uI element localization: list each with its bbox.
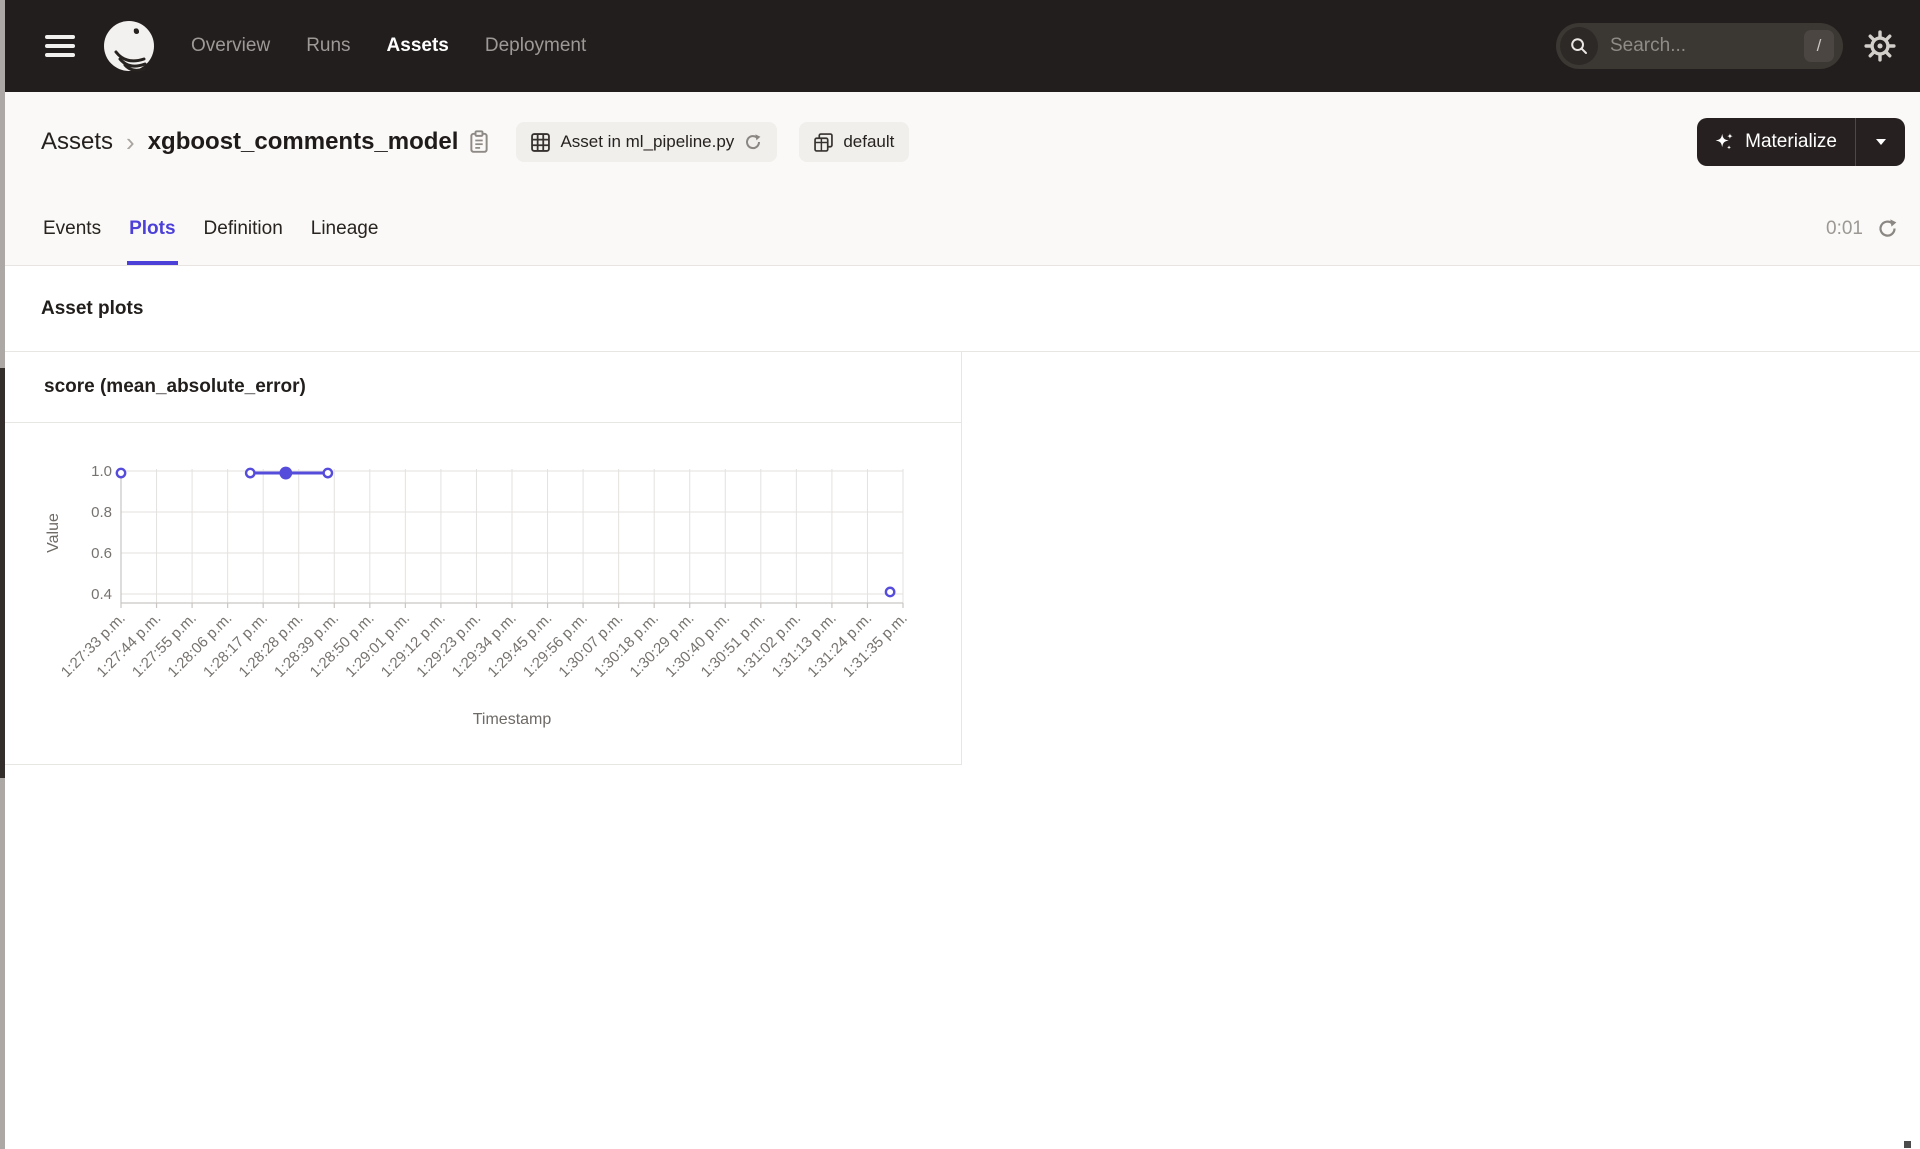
svg-text:0.6: 0.6 — [91, 545, 112, 562]
tab-definition[interactable]: Definition — [202, 192, 285, 265]
repo-icon — [814, 132, 834, 152]
plot-title: score (mean_absolute_error) — [44, 376, 306, 397]
hamburger-menu-icon[interactable] — [45, 35, 75, 57]
section-title: Asset plots — [41, 297, 144, 319]
tab-events[interactable]: Events — [41, 192, 103, 265]
settings-button[interactable] — [1863, 29, 1897, 63]
asset-definition-chip-label: Asset in ml_pipeline.py — [560, 132, 735, 151]
breadcrumb-row: Assets › xgboost_comments_model Asset in… — [0, 92, 1920, 192]
plot-card: score (mean_absolute_error) 1.0 0.8 0.6 0.4… — [0, 352, 962, 765]
gear-icon — [1864, 30, 1896, 62]
screen-corner-artifact — [1904, 1141, 1911, 1148]
nav-item-overview[interactable]: Overview — [191, 35, 270, 57]
copy-asset-name-button[interactable] — [468, 130, 490, 154]
plot-card-header: score (mean_absolute_error) — [0, 352, 961, 423]
search-icon — [1560, 27, 1598, 65]
asset-definition-chip[interactable]: Asset in ml_pipeline.py — [516, 122, 778, 162]
navbar-right: / — [1556, 23, 1920, 69]
primary-nav: Overview Runs Assets Deployment — [191, 35, 586, 57]
chevron-down-icon — [1875, 139, 1886, 145]
code-location-chip[interactable]: default — [799, 122, 910, 162]
breadcrumb-assets-link[interactable]: Assets — [41, 128, 113, 156]
search-box[interactable]: / — [1556, 23, 1843, 69]
tab-plots[interactable]: Plots — [127, 192, 177, 265]
asset-page-header: Assets › xgboost_comments_model Asset in… — [0, 92, 1920, 266]
materialize-dropdown-button[interactable] — [1855, 118, 1905, 166]
tab-lineage[interactable]: Lineage — [309, 192, 381, 265]
screen-left-edge-dark — [0, 368, 5, 778]
svg-text:0.8: 0.8 — [91, 504, 112, 521]
sparkles-icon — [1715, 133, 1733, 150]
code-location-chip-label: default — [843, 132, 895, 151]
materialize-split-button: Materialize — [1697, 118, 1905, 166]
svg-text:Value: Value — [45, 513, 62, 553]
svg-text:1.0: 1.0 — [91, 463, 112, 480]
dagster-logo[interactable] — [103, 20, 155, 72]
refresh-button[interactable] — [1877, 218, 1898, 239]
svg-text:Timestamp: Timestamp — [473, 711, 552, 728]
clipboard-icon — [470, 130, 489, 153]
nav-item-deployment[interactable]: Deployment — [485, 35, 586, 57]
score-line-chart: 1.00.80.60.41:27:33 p.m.1:27:44 p.m.1:27… — [45, 463, 911, 728]
materialize-button[interactable]: Materialize — [1697, 118, 1855, 166]
refresh-icon — [1879, 219, 1897, 237]
page-title: xgboost_comments_model — [147, 128, 459, 155]
materialize-button-label: Materialize — [1745, 131, 1837, 152]
breadcrumb-separator: › — [126, 126, 135, 157]
search-input[interactable] — [1610, 35, 1750, 57]
nav-item-runs[interactable]: Runs — [306, 35, 350, 57]
top-navbar: Overview Runs Assets Deployment / — [0, 0, 1920, 92]
asset-plots-section-header: Asset plots — [0, 266, 1920, 352]
search-shortcut-badge: / — [1804, 30, 1834, 62]
table-icon — [531, 132, 551, 152]
nav-item-assets[interactable]: Assets — [387, 35, 449, 57]
svg-text:0.4: 0.4 — [91, 586, 112, 603]
reload-definition-icon — [746, 134, 761, 150]
refresh-timer: 0:01 — [1826, 217, 1863, 239]
asset-tabs: Events Plots Definition Lineage 0:01 — [0, 192, 1920, 266]
